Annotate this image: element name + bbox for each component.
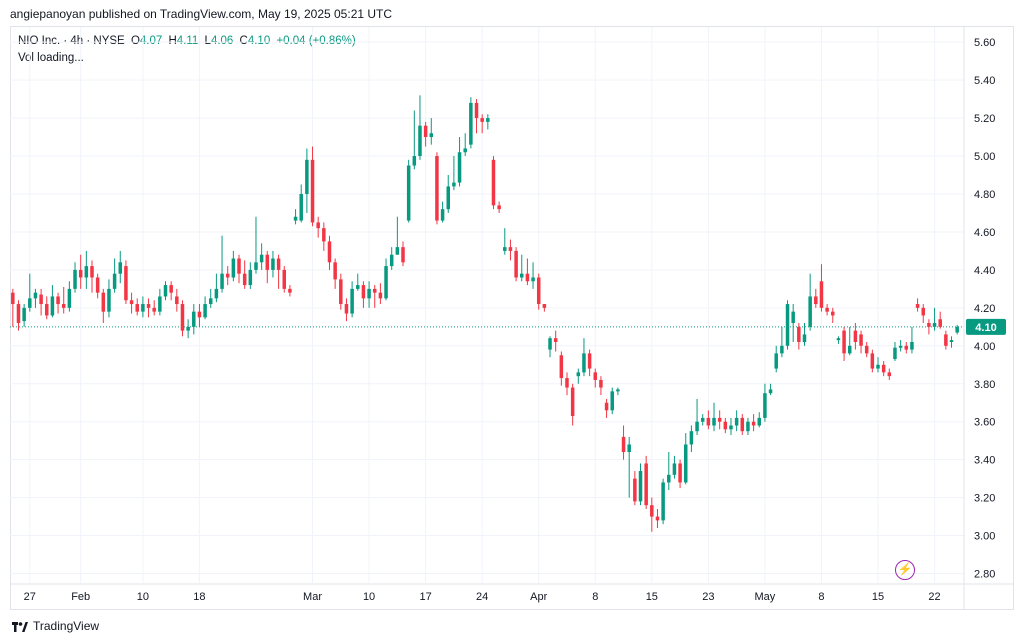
lightning-icon[interactable]: ⚡ bbox=[895, 560, 915, 580]
close-label: C bbox=[239, 35, 248, 47]
high-label: H bbox=[168, 35, 177, 47]
published-line: angiepanoyan published on TradingView.co… bbox=[10, 7, 393, 21]
brand-name: TradingView bbox=[33, 619, 100, 633]
chart-pane[interactable] bbox=[10, 26, 1014, 610]
close-value: 4.10 bbox=[247, 35, 271, 47]
change-value: +0.04 (+0.86%) bbox=[276, 35, 356, 47]
tradingview-logo-icon bbox=[12, 621, 28, 632]
symbol-title[interactable]: NIO Inc. · 4h · NYSE bbox=[18, 35, 125, 47]
ohlc-row: NIO Inc. · 4h · NYSE O4.07 H4.11 L4.06 C… bbox=[18, 33, 359, 50]
high-value: 4.11 bbox=[176, 35, 199, 47]
tradingview-logo[interactable]: TradingView bbox=[12, 619, 99, 633]
low-label: L bbox=[204, 35, 211, 47]
low-value: 4.06 bbox=[210, 35, 234, 47]
open-label: O bbox=[130, 35, 140, 47]
volume-row: Vol loading... bbox=[18, 52, 84, 64]
header: angiepanoyan published on TradingView.co… bbox=[0, 0, 1024, 26]
symbol-legend: NIO Inc. · 4h · NYSE O4.07 H4.11 L4.06 C… bbox=[18, 33, 359, 67]
open-value: 4.07 bbox=[139, 35, 163, 47]
footer: TradingView bbox=[0, 610, 1024, 642]
